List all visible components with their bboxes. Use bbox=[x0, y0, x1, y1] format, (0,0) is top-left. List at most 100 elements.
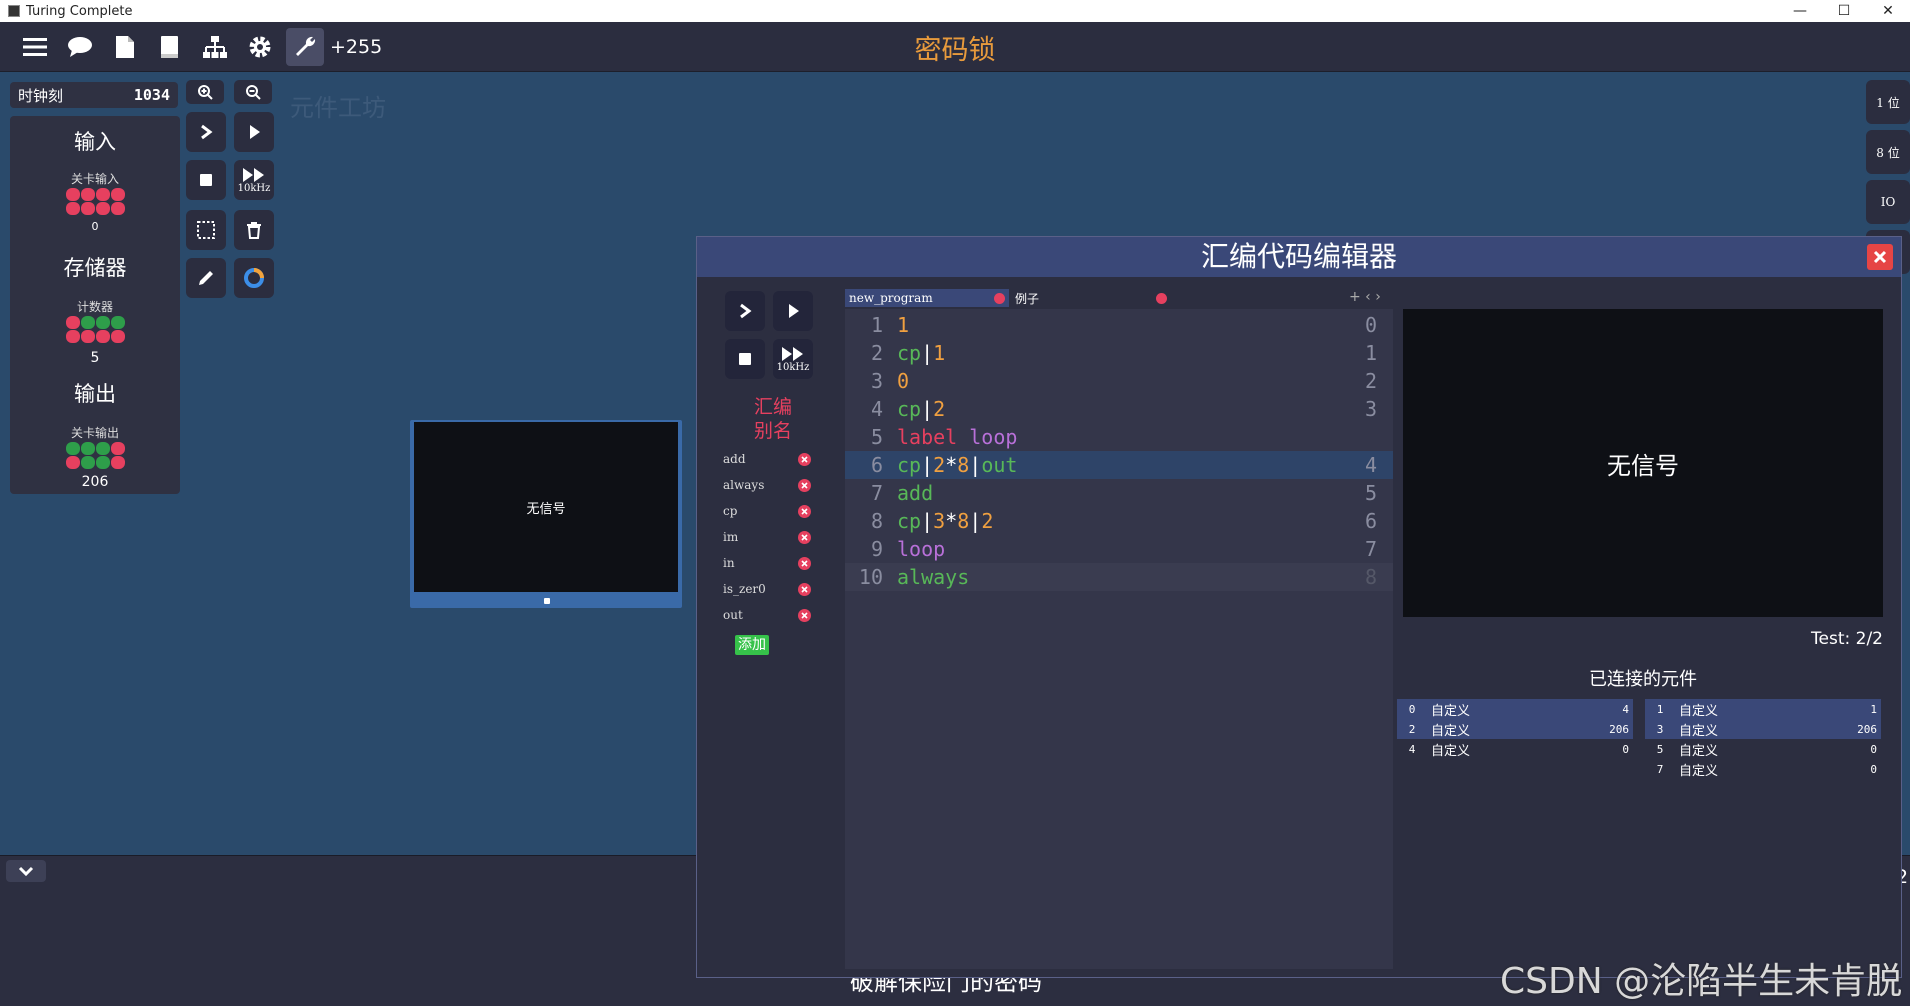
code-token: label bbox=[897, 425, 970, 449]
select-button[interactable] bbox=[186, 210, 226, 250]
bit-indicator bbox=[111, 456, 125, 469]
tab-navigation[interactable]: + ‹ › bbox=[1349, 289, 1381, 305]
alias-item[interactable]: out bbox=[717, 605, 817, 625]
bit-indicator bbox=[81, 202, 95, 215]
main-toolbar: +255 密码锁 bbox=[0, 22, 1910, 72]
code-editor[interactable]: 1 1 0 2 cp|1 1 3 0 2 4 cp|2 3 5 label loop 6 cp|2*8|out… bbox=[845, 309, 1393, 969]
code-token: | bbox=[921, 341, 934, 365]
remove-alias-icon[interactable] bbox=[798, 530, 811, 544]
editor-stop-button[interactable] bbox=[725, 339, 765, 379]
bit-indicator bbox=[81, 456, 95, 469]
pencil-icon bbox=[199, 271, 213, 285]
add-alias-button[interactable]: 添加 bbox=[735, 635, 769, 655]
level-input-bits bbox=[66, 188, 125, 215]
tab-new-program[interactable]: new_program bbox=[845, 289, 1009, 307]
code-line[interactable]: 5 label loop bbox=[845, 423, 1393, 451]
bit-indicator bbox=[66, 202, 80, 215]
play-icon bbox=[250, 125, 260, 139]
color-wheel-icon bbox=[244, 268, 264, 288]
alias-item[interactable]: add bbox=[717, 449, 817, 469]
code-token: 2 bbox=[981, 509, 994, 533]
one-bit-category-button[interactable]: 1 位 bbox=[1866, 80, 1910, 124]
app-icon bbox=[8, 5, 20, 17]
maximize-button[interactable]: ☐ bbox=[1822, 0, 1866, 22]
color-wheel-button[interactable] bbox=[234, 258, 274, 298]
code-text: 1 bbox=[897, 311, 909, 339]
alias-item[interactable]: in bbox=[717, 553, 817, 573]
screen-component[interactable]: 无信号 bbox=[410, 420, 682, 608]
code-line[interactable]: 7 add 5 bbox=[845, 479, 1393, 507]
alias-item[interactable]: is_zer0 bbox=[717, 579, 817, 599]
remove-alias-icon[interactable] bbox=[798, 452, 811, 466]
eight-bit-category-button[interactable]: 8 位 bbox=[1866, 130, 1910, 174]
alias-item[interactable]: im bbox=[717, 527, 817, 547]
code-line[interactable]: 30 2 bbox=[845, 367, 1393, 395]
pencil-button[interactable] bbox=[186, 258, 226, 298]
screen-pin[interactable] bbox=[544, 598, 550, 604]
code-line[interactable]: 8 cp|3*8|2 6 bbox=[845, 507, 1393, 535]
assembly-alias-title: 汇编 别名 bbox=[733, 395, 813, 443]
remove-alias-icon[interactable] bbox=[798, 582, 811, 596]
zoom-out-button[interactable] bbox=[234, 80, 272, 104]
storage-section-title: 存储器 bbox=[63, 256, 127, 280]
connected-component-row[interactable]: 0 自定义 4 bbox=[1397, 699, 1633, 719]
tab-close-icon[interactable] bbox=[994, 292, 1005, 304]
alias-item[interactable]: cp bbox=[717, 501, 817, 521]
stop-button[interactable] bbox=[186, 160, 226, 200]
code-line[interactable]: 9 loop 7 bbox=[845, 535, 1393, 563]
connected-component-row[interactable]: 2 自定义 206 bbox=[1397, 719, 1633, 739]
code-token: 1 bbox=[933, 341, 946, 365]
line-number: 4 bbox=[870, 397, 883, 421]
code-line[interactable]: 10 always 8 bbox=[845, 563, 1393, 591]
zoom-in-button[interactable] bbox=[186, 80, 224, 104]
collapse-panel-button[interactable] bbox=[6, 860, 46, 882]
alias-item[interactable]: always bbox=[717, 475, 817, 495]
connected-component-row[interactable]: 1 自定义 1 bbox=[1645, 699, 1881, 719]
close-button[interactable]: ✕ bbox=[1866, 0, 1910, 22]
io-category-button[interactable]: IO bbox=[1866, 180, 1910, 224]
code-text: label loop bbox=[897, 423, 1017, 451]
component-index: 0 bbox=[1408, 702, 1416, 716]
program-tabs: new_program 例子 bbox=[845, 289, 1393, 307]
remove-alias-icon[interactable] bbox=[798, 608, 811, 622]
minimize-button[interactable]: — bbox=[1778, 0, 1822, 22]
code-token: cp bbox=[897, 397, 922, 421]
code-text: loop bbox=[897, 535, 945, 563]
bit-indicator bbox=[96, 188, 110, 201]
bit-indicator bbox=[111, 188, 125, 201]
component-value: 0 bbox=[1870, 742, 1877, 756]
delete-button[interactable] bbox=[234, 210, 274, 250]
connected-component-row[interactable]: 5 自定义 0 bbox=[1645, 739, 1881, 759]
editor-step-button[interactable] bbox=[725, 291, 765, 331]
instruction-address: 4 bbox=[1364, 453, 1377, 477]
editor-screen-preview: 无信号 bbox=[1403, 309, 1883, 617]
connected-component-row[interactable]: 7 自定义 0 bbox=[1645, 759, 1881, 779]
alias-name: out bbox=[723, 608, 743, 622]
connected-component-row[interactable]: 4 自定义 0 bbox=[1397, 739, 1633, 759]
remove-alias-icon[interactable] bbox=[798, 478, 811, 492]
clock-label: 时钟刻 bbox=[18, 86, 64, 105]
fast-forward-button[interactable]: 10kHz bbox=[234, 160, 274, 200]
tab-example[interactable]: 例子 bbox=[1011, 289, 1171, 307]
code-line[interactable]: 4 cp|2 3 bbox=[845, 395, 1393, 423]
step-button[interactable] bbox=[186, 112, 226, 152]
code-token: | bbox=[921, 509, 934, 533]
editor-fast-forward-button[interactable]: 10kHz bbox=[773, 339, 813, 379]
level-output-label: 关卡输出 bbox=[70, 426, 119, 440]
tab-close-icon[interactable] bbox=[1156, 292, 1167, 304]
code-line[interactable]: 2 cp|1 1 bbox=[845, 339, 1393, 367]
connected-component-row[interactable]: 3 自定义 206 bbox=[1645, 719, 1881, 739]
editor-play-button[interactable] bbox=[773, 291, 813, 331]
code-text: cp|2 bbox=[897, 395, 945, 423]
code-line[interactable]: 11 0 bbox=[845, 311, 1393, 339]
instruction-address: 7 bbox=[1364, 537, 1377, 561]
alias-title-line-2: 别名 bbox=[753, 420, 792, 442]
remove-alias-icon[interactable] bbox=[798, 556, 811, 570]
code-line[interactable]: 6 cp|2*8|out 4 bbox=[845, 451, 1393, 479]
play-button[interactable] bbox=[234, 112, 274, 152]
remove-alias-icon[interactable] bbox=[798, 504, 811, 518]
code-text: cp|1 bbox=[897, 339, 945, 367]
editor-close-button[interactable] bbox=[1867, 244, 1893, 270]
fast-forward-speed: 10kHz bbox=[237, 182, 271, 194]
window-titlebar: Turing Complete bbox=[0, 0, 1910, 22]
